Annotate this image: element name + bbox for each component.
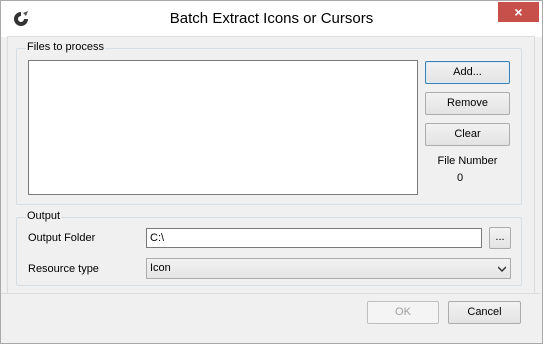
output-legend: Output	[26, 210, 62, 222]
remove-button[interactable]: Remove	[425, 92, 510, 115]
resource-type-label: Resource type	[28, 263, 99, 275]
resource-type-select[interactable]: Icon	[146, 258, 511, 279]
browse-button[interactable]: ...	[489, 227, 511, 249]
output-folder-label: Output Folder	[28, 232, 96, 244]
clear-button[interactable]: Clear	[425, 123, 510, 146]
close-button[interactable]: ×	[498, 2, 539, 22]
file-number-label: File Number	[437, 155, 498, 167]
title-bar[interactable]: Batch Extract Icons or Cursors ×	[1, 1, 542, 37]
add-button[interactable]: Add...	[425, 61, 510, 84]
output-folder-input[interactable]: C:\	[146, 228, 482, 248]
resource-type-value: Icon	[150, 262, 171, 274]
footer-separator	[1, 293, 540, 294]
close-icon: ×	[514, 4, 523, 20]
window-title: Batch Extract Icons or Cursors	[169, 10, 374, 27]
files-to-process-legend: Files to process	[26, 41, 106, 53]
files-list[interactable]	[28, 60, 418, 195]
file-number-value: 0	[456, 172, 464, 184]
chevron-down-icon	[498, 266, 506, 273]
ok-button[interactable]: OK	[367, 301, 439, 324]
cancel-button[interactable]: Cancel	[448, 301, 521, 324]
